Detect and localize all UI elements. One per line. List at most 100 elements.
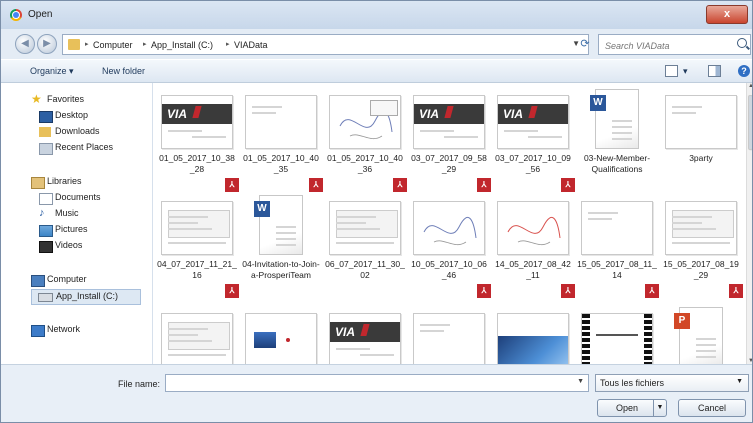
- file-type-value: Tous les fichiers: [600, 378, 665, 388]
- file-item[interactable]: P: [661, 307, 741, 364]
- desktop-icon: [39, 111, 53, 123]
- file-item[interactable]: 06_07_2017_11_30_02: [325, 195, 405, 295]
- nav-computer[interactable]: Computer: [1, 273, 152, 288]
- nav-downloads[interactable]: Downloads: [1, 125, 152, 140]
- file-item[interactable]: ⅄ 04_07_2017_11_21_16: [157, 195, 239, 298]
- dialog-title: Open: [28, 9, 53, 20]
- breadcrumb-computer[interactable]: Computer: [93, 40, 133, 50]
- file-type-select[interactable]: Tous les fichiers ▼: [595, 374, 749, 392]
- file-thumbnail: [581, 201, 653, 255]
- file-name: 04-Invitation-to-Join-a-ProsperiTeam: [242, 259, 320, 280]
- file-item[interactable]: [577, 307, 657, 364]
- file-item[interactable]: [157, 307, 237, 364]
- pdf-icon: ⅄: [561, 178, 575, 192]
- file-item[interactable]: ⅄ 10_05_2017_10_06_46: [409, 195, 491, 298]
- file-item[interactable]: ⅄ 15_05_2017_08_11_14: [577, 195, 659, 298]
- pdf-icon: ⅄: [729, 284, 743, 298]
- nav-desktop[interactable]: Desktop: [1, 109, 152, 124]
- search-box: [598, 34, 751, 55]
- file-name-input[interactable]: ▼: [165, 374, 589, 392]
- nav-music[interactable]: ♪ Music: [1, 207, 152, 222]
- open-split-dropdown[interactable]: ▼: [653, 400, 666, 416]
- scroll-up-icon[interactable]: ▲: [748, 83, 752, 89]
- pdf-icon: ⅄: [225, 178, 239, 192]
- documents-icon: [39, 193, 53, 205]
- address-bar[interactable]: ▸ Computer ▸ App_Install (C:) ▸ VIAData …: [62, 34, 589, 55]
- nav-pictures[interactable]: Pictures: [1, 223, 152, 238]
- file-name: 01_05_2017_10_38_28: [159, 153, 235, 174]
- organize-menu[interactable]: Organize ▾: [30, 66, 74, 77]
- pdf-icon: ⅄: [225, 284, 239, 298]
- libraries-icon: [31, 177, 45, 189]
- view-dropdown[interactable]: ▾: [683, 66, 688, 77]
- file-name-label: File name:: [118, 379, 161, 389]
- chevron-right-icon: ▸: [143, 41, 147, 48]
- file-thumbnail: VIA: [413, 95, 485, 149]
- nav-documents[interactable]: Documents: [1, 191, 152, 206]
- star-icon: ★: [31, 92, 42, 106]
- file-item[interactable]: 3party: [661, 89, 741, 189]
- file-item[interactable]: VIA ⅄ 03_07_2017_10_09_56: [493, 89, 575, 192]
- file-name: 03_07_2017_09_58_29: [411, 153, 487, 174]
- file-item[interactable]: ⅄ 01_05_2017_10_40_35: [241, 89, 323, 192]
- view-icon[interactable]: [665, 65, 678, 77]
- file-item[interactable]: VIA: [325, 307, 405, 364]
- preview-pane-icon[interactable]: [708, 65, 721, 77]
- pdf-icon: ⅄: [561, 284, 575, 298]
- file-item[interactable]: ⅄ 15_05_2017_08_19_29: [661, 195, 743, 298]
- file-item[interactable]: [241, 307, 321, 364]
- refresh-button[interactable]: ⟳: [575, 34, 595, 55]
- file-thumbnail: [413, 201, 485, 255]
- chevron-down-icon[interactable]: ▼: [577, 378, 584, 385]
- file-name: 01_05_2017_10_40_36: [327, 153, 403, 174]
- videos-icon: [39, 241, 53, 253]
- new-folder-button[interactable]: New folder: [102, 66, 145, 76]
- nav-videos[interactable]: Videos: [1, 239, 152, 254]
- close-button[interactable]: x: [706, 5, 748, 24]
- vertical-scrollbar[interactable]: ▲ ▼: [746, 83, 752, 364]
- nav-recent-places[interactable]: Recent Places: [1, 141, 152, 156]
- file-name: 03-New-Member-Qualifications: [583, 153, 651, 174]
- word-document-icon: W: [254, 195, 303, 255]
- nav-favorites[interactable]: ★ Favorites: [1, 92, 152, 108]
- pdf-icon: ⅄: [309, 178, 323, 192]
- chevron-right-icon: ▸: [85, 41, 89, 48]
- file-name: 3party: [689, 153, 713, 163]
- search-input[interactable]: [603, 37, 733, 54]
- file-item[interactable]: [409, 307, 489, 364]
- file-item[interactable]: VIA ⅄ 01_05_2017_10_38_28: [157, 89, 239, 192]
- file-item[interactable]: [493, 307, 573, 364]
- pdf-icon: ⅄: [393, 178, 407, 192]
- powerpoint-icon: P: [674, 307, 723, 364]
- file-name: 10_05_2017_10_06_46: [411, 259, 487, 280]
- recent-places-icon: [39, 143, 53, 155]
- search-icon[interactable]: [737, 38, 747, 48]
- cancel-button[interactable]: Cancel: [678, 399, 746, 417]
- file-thumbnail: [665, 201, 737, 255]
- drive-icon: [38, 293, 53, 302]
- file-thumbnail: [497, 201, 569, 255]
- file-item[interactable]: ⅄ 01_05_2017_10_40_36: [325, 89, 407, 192]
- chevron-down-icon: ▼: [736, 378, 743, 385]
- help-icon[interactable]: ?: [738, 65, 750, 77]
- scrollbar-thumb[interactable]: [748, 95, 752, 150]
- nav-network[interactable]: Network: [1, 323, 152, 338]
- breadcrumb-viadata[interactable]: VIAData: [234, 40, 268, 50]
- file-name: 04_07_2017_11_21_16: [157, 259, 237, 280]
- file-item[interactable]: VIA ⅄ 03_07_2017_09_58_29: [409, 89, 491, 192]
- pictures-icon: [39, 225, 53, 237]
- file-item[interactable]: ⅄ 14_05_2017_08_42_11: [493, 195, 575, 298]
- file-thumbnail: [161, 201, 233, 255]
- file-thumbnail: VIA: [329, 313, 401, 364]
- file-item[interactable]: W 04-Invitation-to-Join-a-ProsperiTeam: [241, 195, 321, 295]
- forward-button[interactable]: ▶: [37, 34, 57, 54]
- file-name: 01_05_2017_10_40_35: [243, 153, 319, 174]
- open-button[interactable]: Open ▼: [597, 399, 667, 417]
- file-grid: VIA ⅄ 01_05_2017_10_38_28 ⅄ 01_05_2017_10_40…: [153, 83, 746, 364]
- nav-libraries[interactable]: Libraries: [1, 175, 152, 190]
- file-name: 03_07_2017_10_09_56: [495, 153, 571, 174]
- back-button[interactable]: ◀: [15, 34, 35, 54]
- breadcrumb-drive[interactable]: App_Install (C:): [151, 40, 213, 50]
- file-item[interactable]: W 03-New-Member-Qualifications: [577, 89, 657, 189]
- nav-drive-c[interactable]: App_Install (C:): [31, 289, 141, 305]
